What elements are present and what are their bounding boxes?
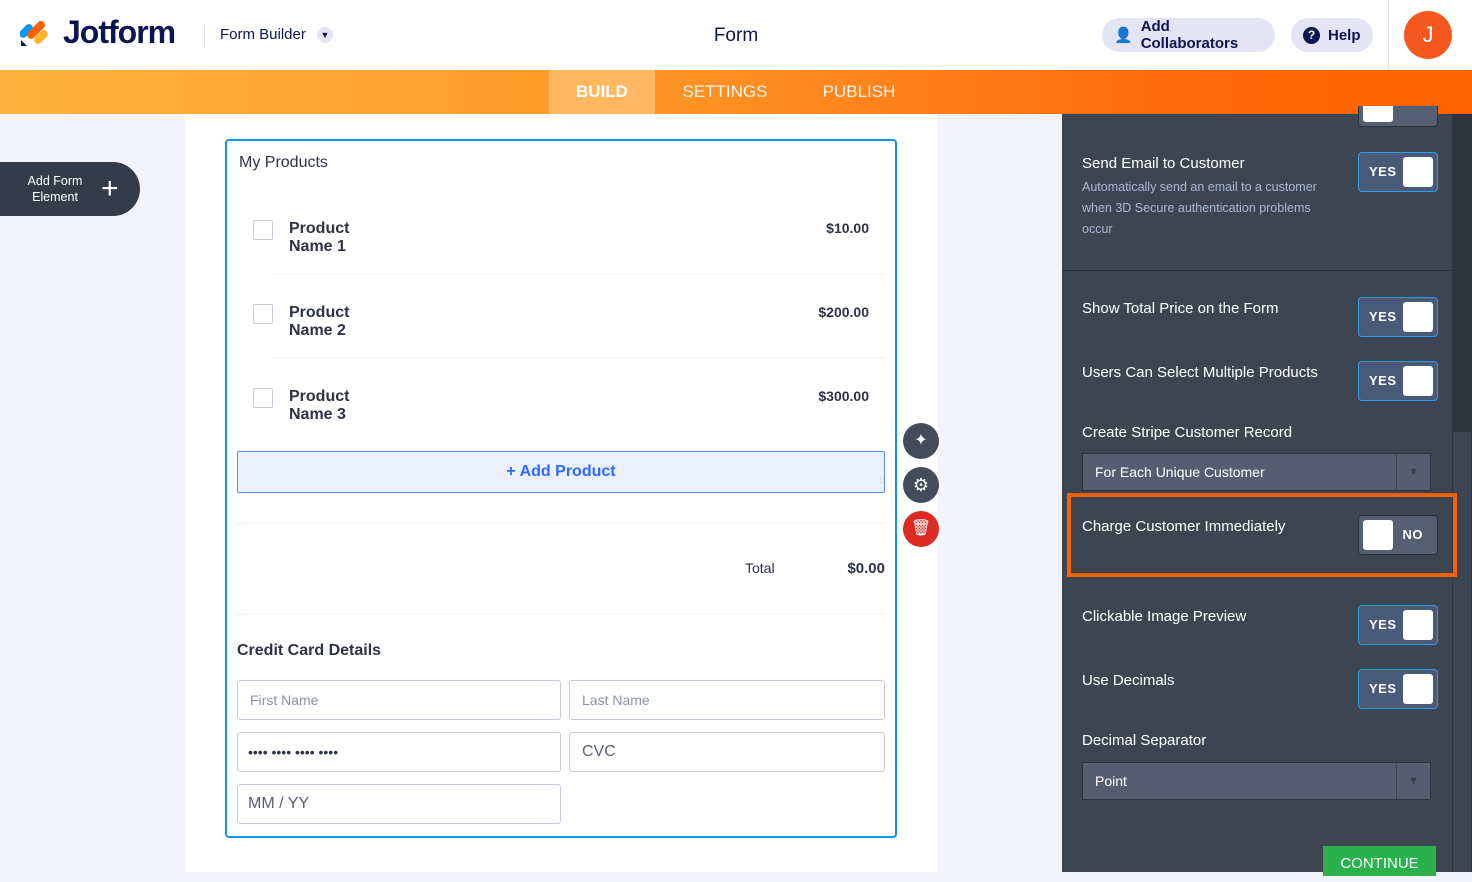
magic-wand-icon[interactable]: ✦ — [903, 423, 939, 459]
divider — [1388, 0, 1389, 70]
charge-immediately-toggle[interactable]: NO — [1358, 515, 1438, 555]
decimal-separator-select[interactable]: Point ▼ — [1082, 762, 1431, 800]
help-label: Help — [1328, 26, 1361, 44]
help-icon: ? — [1303, 26, 1320, 44]
product-price: $200.00 — [818, 304, 869, 320]
stripe-record-select[interactable]: For Each Unique Customer ▼ — [1082, 453, 1431, 491]
expiry-input[interactable]: MM / YY — [237, 784, 561, 824]
toggle-knob — [1403, 157, 1433, 187]
card-number-input[interactable]: •••• •••• •••• •••• — [237, 732, 561, 772]
toggle-knob — [1403, 302, 1433, 332]
toggle-value: NO — [1402, 527, 1423, 542]
tab-build[interactable]: BUILD — [549, 70, 655, 114]
decimal-separator-label: Decimal Separator — [1082, 732, 1207, 749]
product-checkbox[interactable] — [253, 304, 273, 324]
toggle-knob — [1403, 610, 1433, 640]
add-form-element-button[interactable]: Add Form Element + — [0, 162, 140, 216]
product-price: $300.00 — [818, 388, 869, 404]
divider — [272, 357, 885, 358]
show-total-toggle[interactable]: YES — [1358, 297, 1438, 337]
chevron-down-icon: ▼ — [1396, 454, 1430, 490]
product-checkbox[interactable] — [253, 388, 273, 408]
toggle-knob — [1403, 674, 1433, 704]
charge-immediately-label: Charge Customer Immediately — [1082, 518, 1286, 535]
toggle-knob — [1363, 520, 1393, 550]
toggle-value: YES — [1369, 617, 1397, 632]
user-icon: 👤 — [1114, 27, 1133, 44]
canvas-background — [937, 114, 1062, 872]
credit-card-title: Credit Card Details — [237, 642, 382, 659]
add-collaborators-label: Add Collaborators — [1140, 18, 1239, 52]
add-collaborators-button[interactable]: 👤 Add Collaborators — [1102, 18, 1275, 52]
show-total-label: Show Total Price on the Form — [1082, 300, 1279, 317]
tab-settings[interactable]: SETTINGS — [665, 70, 785, 114]
use-decimals-toggle[interactable]: YES — [1358, 669, 1438, 709]
use-decimals-label: Use Decimals — [1082, 672, 1175, 689]
chevron-down-icon: ▼ — [1396, 763, 1430, 799]
send-email-toggle[interactable]: YES — [1358, 152, 1438, 192]
select-value: Point — [1095, 773, 1127, 789]
total-value: $0.00 — [847, 560, 885, 577]
divider — [1062, 270, 1452, 271]
toggle-value: YES — [1369, 309, 1397, 324]
help-button[interactable]: ? Help — [1291, 18, 1373, 52]
add-form-element-label: Add Form Element — [27, 174, 83, 204]
avatar[interactable]: J — [1404, 11, 1452, 59]
product-checkbox[interactable] — [253, 220, 273, 240]
divider — [237, 614, 885, 615]
plus-icon: + — [101, 172, 119, 205]
image-preview-toggle[interactable]: YES — [1358, 605, 1438, 645]
gear-icon[interactable]: ⚙ — [903, 467, 939, 503]
product-price: $10.00 — [826, 220, 869, 236]
first-name-input[interactable]: First Name — [237, 680, 561, 720]
total-label: Total — [745, 560, 775, 576]
product-name: Product Name 3 — [289, 388, 350, 423]
product-name: Product Name 1 — [289, 220, 350, 255]
send-email-label: Send Email to Customer — [1082, 155, 1245, 172]
trash-icon[interactable]: 🗑 — [903, 511, 939, 547]
image-preview-label: Clickable Image Preview — [1082, 608, 1247, 625]
tab-publish[interactable]: PUBLISH — [800, 70, 918, 114]
divider — [272, 273, 885, 274]
toggle-knob — [1403, 366, 1433, 396]
send-email-description: Automatically send an email to a custome… — [1082, 180, 1317, 236]
previous-toggle[interactable] — [1358, 106, 1438, 127]
toggle-value: YES — [1369, 681, 1397, 696]
stripe-record-label: Create Stripe Customer Record — [1082, 424, 1293, 441]
last-name-input[interactable]: Last Name — [569, 680, 885, 720]
cvc-input[interactable]: CVC — [569, 732, 885, 772]
toggle-value: YES — [1369, 164, 1397, 179]
add-product-button[interactable]: + Add Product — [237, 451, 885, 493]
multi-select-toggle[interactable]: YES — [1358, 361, 1438, 401]
product-name: Product Name 2 — [289, 304, 350, 339]
toggle-value: YES — [1369, 373, 1397, 388]
field-label: My Products — [239, 154, 328, 171]
resize-handle-icon[interactable]: ⁞⁞ — [879, 477, 891, 487]
divider — [237, 523, 885, 524]
select-value: For Each Unique Customer — [1095, 464, 1265, 480]
multi-select-label: Users Can Select Multiple Products — [1082, 364, 1318, 381]
